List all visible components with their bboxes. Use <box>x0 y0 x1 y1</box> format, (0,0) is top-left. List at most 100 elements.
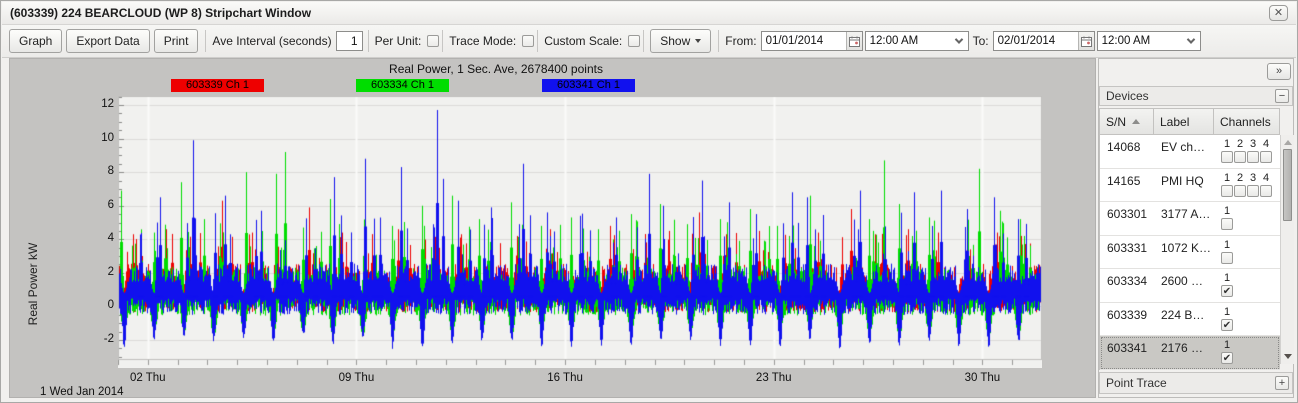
channel-number: 1 <box>1223 305 1231 318</box>
legend-item[interactable]: 603334 Ch 1 <box>356 79 449 92</box>
expand-section-icon[interactable]: + <box>1275 376 1289 390</box>
channel-number: 2 <box>1236 138 1244 150</box>
channel-checkbox[interactable] <box>1221 251 1233 264</box>
device-row[interactable]: 603339 224 B… 1 ✔ <box>1100 303 1280 336</box>
x-tick-label: 02 Thu <box>129 372 166 384</box>
device-row[interactable]: 603331 1072 K… 1 <box>1100 236 1280 269</box>
channel-checkbox[interactable] <box>1234 151 1246 163</box>
point-trace-header[interactable]: Point Trace + <box>1099 372 1293 394</box>
scrollbar-thumb[interactable] <box>1283 149 1292 221</box>
graph-button[interactable]: Graph <box>9 29 63 53</box>
channel-checkbox[interactable] <box>1221 151 1233 163</box>
ave-interval-label: Ave Interval (seconds) <box>212 34 332 48</box>
channel-checkbox[interactable] <box>1234 184 1246 197</box>
y-tick-label: 2 <box>107 265 114 278</box>
y-tick-label: 0 <box>107 299 114 312</box>
legend-item[interactable]: 603341 Ch 1 <box>542 79 635 92</box>
chevron-down-icon[interactable] <box>1183 32 1200 50</box>
device-row[interactable]: 603301 3177 A… 1 <box>1100 202 1280 236</box>
devices-table-body: 14068 EV ch… 1 2 3 4 14165 PMI HQ 1 2 3 4 603301 3177… <box>1099 135 1280 370</box>
from-date-field[interactable]: 01/01/2014 <box>760 31 863 51</box>
vertical-scrollbar[interactable] <box>1280 135 1294 364</box>
custom-scale-checkbox[interactable] <box>628 35 641 47</box>
device-sn: 603334 <box>1107 274 1148 288</box>
devices-header[interactable]: Devices − <box>1099 86 1293 106</box>
close-icon[interactable]: ✕ <box>1269 5 1288 21</box>
channel-checkbox[interactable] <box>1221 218 1233 230</box>
device-sn: 603341 <box>1107 341 1148 355</box>
device-sn: 14068 <box>1107 140 1141 154</box>
calendar-icon[interactable] <box>1077 32 1094 50</box>
ave-interval-input[interactable] <box>335 31 363 51</box>
collapse-section-icon[interactable]: − <box>1275 89 1289 103</box>
trace-mode-label: Trace Mode: <box>449 34 517 48</box>
y-tick-label: 4 <box>107 232 114 245</box>
to-time-value: 12:00 AM <box>1101 35 1151 47</box>
print-button[interactable]: Print <box>153 29 199 53</box>
channel-checkbox[interactable] <box>1247 151 1259 163</box>
device-row[interactable]: 603334 2600 … 1 ✔ <box>1100 269 1280 303</box>
x-tick-label: 23 Thu <box>755 372 792 384</box>
device-sn: 603301 <box>1107 207 1148 221</box>
device-sn: 14165 <box>1107 173 1141 188</box>
channel-checkbox-checked[interactable]: ✔ <box>1221 352 1233 364</box>
devices-title: Devices <box>1106 89 1149 103</box>
device-row[interactable]: 14165 PMI HQ 1 2 3 4 <box>1100 169 1280 202</box>
calendar-icon[interactable] <box>845 32 862 50</box>
show-dropdown-button[interactable]: Show <box>650 29 712 53</box>
to-date-value: 02/01/2014 <box>997 35 1056 47</box>
devices-panel: » Devices − S/N Label Channels 14068 EV c… <box>1098 58 1294 398</box>
toolbar-separator <box>367 30 369 52</box>
from-time-select[interactable]: 12:00 AM <box>864 31 969 51</box>
channel-number: 1 <box>1223 339 1231 351</box>
channel-checkbox-checked[interactable]: ✔ <box>1221 318 1233 331</box>
device-row[interactable]: 603341 2176 … 1 ✔ <box>1100 336 1280 370</box>
chevron-down-icon[interactable] <box>951 32 968 50</box>
channel-number: 1 <box>1223 138 1231 150</box>
channel-checkbox[interactable] <box>1247 184 1259 197</box>
sort-ascending-icon <box>1132 119 1141 124</box>
custom-scale-label: Custom Scale: <box>544 34 623 48</box>
device-label: EV ch… <box>1161 140 1206 154</box>
chevron-down-icon <box>695 39 702 43</box>
toolbar-separator <box>643 30 645 52</box>
device-label: 1072 K… <box>1161 240 1212 255</box>
channel-checkbox[interactable] <box>1221 184 1233 197</box>
column-header-sn[interactable]: S/N <box>1099 108 1154 135</box>
title-bar: (603339) 224 BEARCLOUD (WP 8) Stripchart… <box>2 2 1296 25</box>
window-title: (603339) 224 BEARCLOUD (WP 8) Stripchart… <box>10 6 312 20</box>
per-unit-checkbox[interactable] <box>427 35 440 47</box>
device-label: 2176 … <box>1161 341 1204 355</box>
device-row[interactable]: 14068 EV ch… 1 2 3 4 <box>1100 135 1280 169</box>
channel-number: 4 <box>1262 171 1270 184</box>
channel-number: 1 <box>1223 171 1231 184</box>
legend-item[interactable]: 603339 Ch 1 <box>171 79 264 92</box>
y-tick-label: 10 <box>101 131 114 144</box>
to-time-select[interactable]: 12:00 AM <box>1096 31 1201 51</box>
toolbar-separator <box>205 30 207 52</box>
channel-checkbox-checked[interactable]: ✔ <box>1221 285 1233 297</box>
y-tick-label: 6 <box>107 198 114 211</box>
channel-number: 1 <box>1223 272 1231 284</box>
chart-title: Real Power, 1 Sec. Ave, 2678400 points <box>389 62 603 76</box>
column-header-label[interactable]: Label <box>1154 108 1214 135</box>
channel-checkbox[interactable] <box>1260 151 1272 163</box>
channel-number: 3 <box>1249 138 1257 150</box>
export-data-button[interactable]: Export Data <box>66 29 150 53</box>
scroll-down-icon[interactable] <box>1284 354 1292 359</box>
device-sn: 603331 <box>1107 240 1148 255</box>
panel-collapse-button[interactable]: » <box>1267 63 1291 80</box>
toolbar-separator <box>442 30 444 52</box>
chart-region: Real Power, 1 Sec. Ave, 2678400 points 6… <box>9 58 1096 398</box>
from-date-value: 01/01/2014 <box>765 35 824 47</box>
column-header-channels[interactable]: Channels <box>1214 108 1280 135</box>
stripchart-window: (603339) 224 BEARCLOUD (WP 8) Stripchart… <box>0 0 1298 403</box>
trace-mode-checkbox[interactable] <box>522 35 535 47</box>
to-label: To: <box>972 34 989 48</box>
scroll-up-icon[interactable] <box>1284 140 1292 145</box>
to-date-field[interactable]: 02/01/2014 <box>992 31 1095 51</box>
stripchart-canvas[interactable] <box>118 96 1042 368</box>
y-axis-label: Real Power kW <box>26 242 40 326</box>
device-label: 2600 … <box>1161 274 1204 288</box>
channel-checkbox[interactable] <box>1260 184 1272 197</box>
